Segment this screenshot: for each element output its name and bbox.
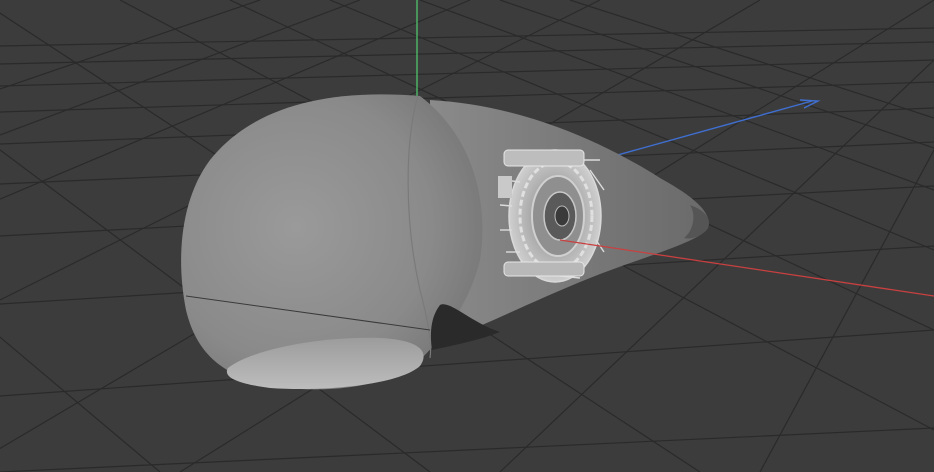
- z-axis-line: [613, 100, 813, 157]
- 3d-viewport[interactable]: [0, 0, 934, 472]
- scene-object[interactable]: [181, 94, 710, 390]
- viewport-canvas[interactable]: [0, 0, 934, 472]
